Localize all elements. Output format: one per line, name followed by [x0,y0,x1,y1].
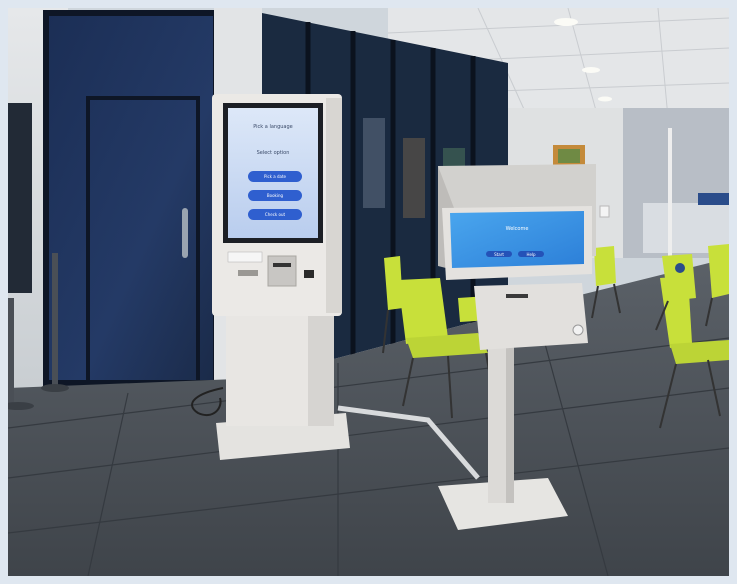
kiosk-left-title: Pick a language [253,124,292,130]
kiosk-right-title: Welcome [506,226,529,232]
kiosk-right-start-label: Start [494,252,504,257]
kiosk-left-option-button[interactable]: Booking [248,190,302,201]
kiosk-right-screen [450,211,584,268]
kiosk-left-pedestal-shade [308,308,334,426]
kiosk-left-card-reader [267,255,297,287]
kiosk-left-sticker [227,251,263,263]
wall-dark-panel [8,103,32,293]
kiosk-left-option-button[interactable]: Pick a date [248,171,302,182]
corridor-pole [668,128,672,268]
kiosk-left-body-side [326,98,342,313]
ceiling-light-icon [598,96,612,102]
kiosk-right-start-button[interactable]: Start [486,251,512,257]
kiosk-right-button [572,324,584,336]
kiosk-left-button [304,270,314,278]
ceiling-light-icon [554,18,578,26]
store-sign [698,193,729,205]
photo-frame: Pick a language Select option Pick a dat… [0,0,737,584]
kiosk-left-option-label: Check out [265,212,286,217]
door-handle [182,208,188,258]
kiosk-left-option-label: Pick a date [264,174,287,179]
kiosk-right-help-button[interactable]: Help [518,251,544,257]
kiosk-left-option-label: Booking [267,193,284,198]
kiosk-right-desk [474,283,588,350]
ceiling-light-icon [582,67,600,73]
kiosk-left-card-slot [273,263,291,267]
kiosk-left-subtitle: Select option [257,150,290,156]
painting-detail [558,149,580,163]
kiosk-right-help-label: Help [526,252,536,257]
kiosk-left-receipt-slot [238,270,258,276]
kiosk-right-slot [506,294,528,298]
kiosk-left-option-button[interactable]: Check out [248,209,302,220]
light-switch [599,205,610,218]
kiosk-photo: Pick a language Select option Pick a dat… [8,8,729,576]
kiosk-right-pole-shade [506,338,514,503]
glass-door [46,13,216,383]
